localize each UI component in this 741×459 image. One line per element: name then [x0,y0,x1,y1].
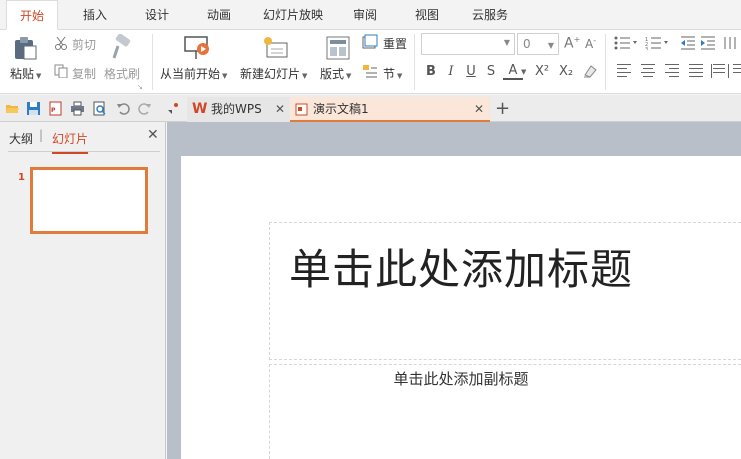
grow-font-icon[interactable]: A+ [564,35,580,52]
line-spacing-icon[interactable] [733,64,741,78]
save-icon[interactable] [26,101,41,116]
wps-logo-icon: W [192,101,208,117]
tab-home[interactable]: 开始 [6,0,58,30]
new-tab-plus-icon[interactable]: + [495,97,511,122]
close-pane-icon[interactable]: ✕ [147,127,159,143]
tab-review[interactable]: 审阅 [340,0,390,30]
superscript-button[interactable]: X² [531,64,553,79]
slide-canvas: 单击此处添加标题 单击此处添加副标题 [167,122,741,459]
format-painter-button[interactable]: 格式刷 [104,65,140,82]
tab-cloud[interactable]: 云服务 [464,0,516,30]
distribute-icon[interactable] [711,64,729,78]
layout-button[interactable]: 版式 ▼ [320,65,351,82]
from-current-button[interactable]: 从当前开始 ▼ [160,65,227,82]
font-size-field[interactable]: 0 ▼ [517,33,559,55]
new-slide-icon[interactable] [262,35,290,61]
copy-icon[interactable] [54,64,68,78]
presentation-file-icon [295,103,308,116]
underline-button[interactable]: U [461,64,481,79]
print-icon[interactable] [70,101,85,116]
bullet-list-icon[interactable] [614,36,638,50]
tab-slideshow[interactable]: 幻灯片放映 [256,0,330,30]
undo-icon[interactable] [116,101,131,116]
ribbon-divider [605,34,606,90]
ribbon-divider [152,34,153,90]
reset-icon[interactable] [362,34,378,50]
tab-animation[interactable]: 动画 [194,0,244,30]
chevron-down-icon: ▼ [547,41,554,50]
slide-subtitle-placeholder[interactable]: 单击此处添加副标题 [181,368,741,389]
svg-text:P: P [51,107,56,114]
copy-button[interactable]: 复制 [72,65,96,82]
align-left-icon[interactable] [617,64,635,78]
tab-my-wps-label: 我的WPS [211,102,262,116]
justify-icon[interactable] [689,64,707,78]
menu-bar: 开始 插入 设计 动画 幻灯片放映 审阅 视图 云服务 [0,0,741,30]
decrease-indent-icon[interactable] [680,36,696,50]
play-from-current-icon[interactable] [183,35,211,61]
export-pdf-icon[interactable]: P [48,101,63,116]
slide-number: 1 [18,172,25,183]
svg-text:3: 3 [645,47,648,50]
tab-slides[interactable]: 幻灯片 [52,130,89,154]
ribbon-divider [414,34,415,90]
close-icon[interactable]: ✕ [275,97,285,122]
subscript-button[interactable]: X₂ [555,64,577,79]
chevron-down-icon: ▼ [503,38,510,47]
reset-button[interactable]: 重置 [383,35,407,52]
close-icon[interactable]: ✕ [474,97,484,122]
chevron-down-icon[interactable]: ▼ [521,68,526,76]
open-folder-icon[interactable] [5,101,20,116]
align-center-icon[interactable] [641,64,659,78]
shrink-font-icon[interactable]: A- [585,36,596,51]
tab-presentation1-label: 演示文稿1 [313,102,369,116]
quick-access-bar: P W 我的WPS ✕ 演示文稿1 ✕ + [0,95,741,122]
redo-icon[interactable] [137,101,152,116]
layout-icon[interactable] [326,36,350,60]
section-icon[interactable] [362,64,378,80]
ribbon: 粘贴 ▼ 剪切 复制 格式刷 从当前开始 ▼ 新建幻灯片 ▼ 版式 ▼ 重置 节… [0,30,741,94]
pane-tab-divider: | [39,128,44,142]
slide[interactable]: 单击此处添加标题 单击此处添加副标题 [181,156,741,459]
section-button[interactable]: 节 ▼ [383,65,402,82]
numbered-list-icon[interactable]: 1 2 3 [645,36,669,50]
cut-button[interactable]: 剪切 [72,36,96,53]
strikethrough-button[interactable]: S [481,64,501,79]
new-slide-button[interactable]: 新建幻灯片 ▼ [240,65,307,82]
customize-toolbar-icon[interactable] [165,101,180,116]
tab-my-wps[interactable]: W 我的WPS ✕ [187,97,290,122]
paste-button[interactable]: 粘贴 ▼ [10,65,41,82]
slide-thumbnail[interactable] [30,167,148,234]
bold-button[interactable]: B [421,64,441,79]
tab-outline[interactable]: 大纲 [9,130,33,147]
clear-format-icon[interactable] [582,63,598,79]
print-preview-icon[interactable] [92,101,107,116]
increase-indent-icon[interactable] [700,36,716,50]
font-name-field[interactable]: ▼ [421,33,515,55]
paste-icon[interactable] [12,35,38,61]
format-painter-icon[interactable] [110,34,134,60]
slide-title-placeholder[interactable]: 单击此处添加标题 [181,236,741,297]
italic-button[interactable]: I [441,64,461,79]
font-color-button[interactable]: A [503,64,523,80]
align-right-icon[interactable] [665,64,683,78]
tab-view[interactable]: 视图 [402,0,452,30]
clipboard-launcher-icon[interactable]: ↘ [137,83,143,91]
pane-tabs: 大纲 | 幻灯片 ✕ [8,122,160,154]
tab-design[interactable]: 设计 [132,0,182,30]
scissors-icon[interactable] [54,36,68,50]
tab-insert[interactable]: 插入 [70,0,120,30]
tab-presentation1[interactable]: 演示文稿1 ✕ [290,97,490,122]
text-direction-icon[interactable] [723,36,739,50]
slides-pane: 大纲 | 幻灯片 ✕ 1 [0,122,166,459]
